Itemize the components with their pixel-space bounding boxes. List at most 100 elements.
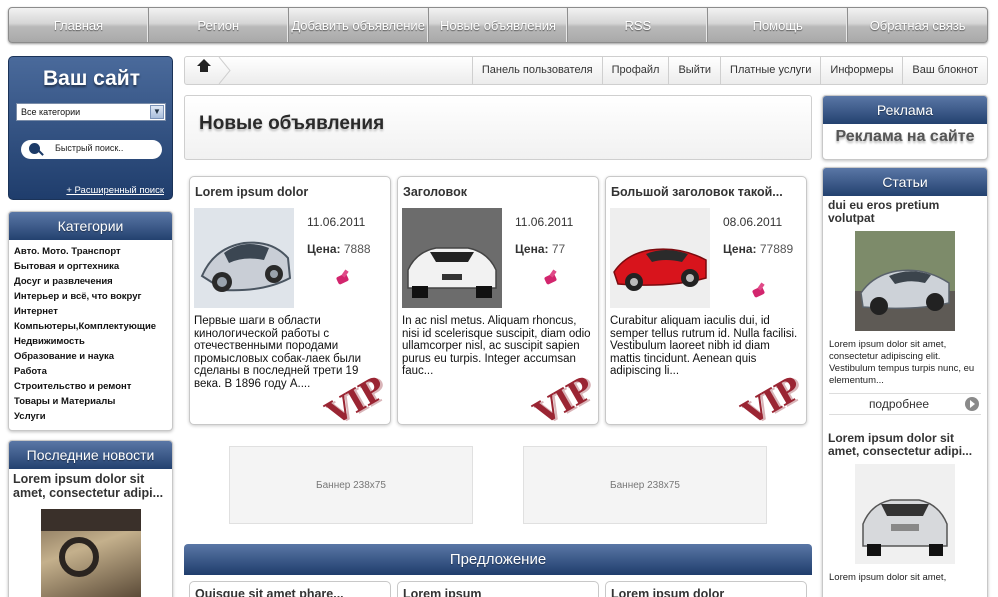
link-informers[interactable]: Информеры — [820, 57, 902, 84]
price-value: 7888 — [343, 242, 371, 256]
vip-badge: VIP — [735, 369, 807, 425]
news-image[interactable] — [40, 509, 141, 597]
offer-title[interactable]: Lorem ipsum dolor — [611, 587, 801, 597]
home-icon — [197, 59, 211, 75]
listing-price: Цена: 7888 — [307, 243, 387, 256]
read-more-label: подробнее — [868, 397, 930, 411]
user-links: Панель пользователя Профайл Выйти Платны… — [471, 57, 987, 84]
top-navigation: Главная Регион Добавить объявление Новые… — [8, 7, 988, 43]
nav-region[interactable]: Регион — [149, 8, 289, 42]
page-heading-box: Новые объявления — [184, 95, 812, 160]
listing-card[interactable]: Заголовок 11.06.2011 Цена: 77 In ac nisl… — [397, 176, 599, 425]
category-select[interactable]: Все категории ▼ — [16, 103, 166, 121]
link-paid-services[interactable]: Платные услуги — [720, 57, 820, 84]
category-link[interactable]: Товары и Материалы — [14, 394, 167, 409]
bookmark-icon[interactable] — [335, 269, 351, 285]
link-profile[interactable]: Профайл — [601, 57, 669, 84]
article-image[interactable] — [855, 231, 955, 331]
bookmark-icon[interactable] — [543, 269, 559, 285]
listing-price: Цена: 77 — [515, 243, 595, 256]
category-link[interactable]: Досуг и развлечения — [14, 274, 167, 289]
listing-description: Curabitur aliquam iaculis dui, id semper… — [610, 315, 798, 377]
link-user-panel[interactable]: Панель пользователя — [471, 57, 602, 84]
arrow-right-icon[interactable] — [965, 397, 979, 411]
listing-card[interactable]: Lorem ipsum dolor 11.06.2011 Цена: 7888 … — [189, 176, 391, 425]
category-link[interactable]: Интерьер и всё, что вокруг — [14, 289, 167, 304]
breadcrumb: Панель пользователя Профайл Выйти Платны… — [184, 56, 988, 85]
bookmark-icon[interactable] — [751, 282, 767, 298]
categories-panel: Категории Авто. Мото. Транспорт Бытовая … — [8, 211, 173, 431]
listing-title[interactable]: Lorem ipsum dolor — [195, 185, 387, 199]
categories-title: Категории — [9, 212, 172, 240]
ads-text[interactable]: Реклама на сайте — [823, 124, 987, 146]
listing-card[interactable]: Большой заголовок такой... 08.06.2011 Це… — [605, 176, 807, 425]
listing-date: 11.06.2011 — [515, 215, 574, 229]
category-link[interactable]: Бытовая и оргтехника — [14, 259, 167, 274]
category-link[interactable]: Авто. Мото. Транспорт — [14, 244, 167, 259]
breadcrumb-separator — [218, 57, 231, 84]
ads-panel: Реклама Реклама на сайте — [822, 95, 988, 160]
offer-section-title: Предложение — [184, 544, 812, 575]
listing-image[interactable] — [610, 208, 710, 308]
article-title[interactable]: dui eu eros pretium volutpat — [823, 196, 987, 227]
listing-image[interactable] — [194, 208, 294, 308]
article-title[interactable]: Lorem ipsum dolor sit amet, consectetur … — [823, 429, 987, 460]
nav-feedback[interactable]: Обратная связь — [848, 8, 987, 42]
offer-card[interactable]: Lorem ipsum — [397, 581, 599, 597]
category-link[interactable]: Интернет — [14, 304, 167, 319]
banner-slot[interactable]: Баннер 238x75 — [523, 446, 767, 524]
listing-price: Цена: 77889 — [723, 243, 803, 256]
article-description: Lorem ipsum dolor sit amet, consectetur … — [829, 339, 975, 386]
price-value: 77889 — [759, 242, 794, 256]
offer-card[interactable]: Quisque sit amet phare... — [189, 581, 391, 597]
link-notepad[interactable]: Ваш блокнот — [902, 57, 987, 84]
car-photo — [194, 208, 294, 308]
link-logout[interactable]: Выйти — [668, 57, 720, 84]
article-image[interactable] — [855, 464, 955, 564]
nav-help[interactable]: Помощь — [708, 8, 849, 42]
price-label: Цена: — [515, 242, 549, 256]
car-photo — [610, 208, 710, 308]
listing-title[interactable]: Большой заголовок такой... — [611, 185, 803, 199]
car-photo — [855, 231, 955, 331]
category-link[interactable]: Строительство и ремонт — [14, 379, 167, 394]
nav-rss[interactable]: RSS — [568, 8, 709, 42]
listing-date: 11.06.2011 — [307, 215, 366, 229]
offer-title[interactable]: Quisque sit amet phare... — [195, 587, 385, 597]
ads-title: Реклама — [823, 96, 987, 124]
chevron-down-icon[interactable]: ▼ — [150, 105, 164, 119]
latest-news-panel: Последние новости Lorem ipsum dolor sit … — [8, 440, 173, 597]
listing-date: 08.06.2011 — [723, 215, 783, 229]
read-more-button[interactable]: подробнее — [829, 393, 981, 415]
listing-image[interactable] — [402, 208, 502, 308]
news-item-title[interactable]: Lorem ipsum dolor sit amet, consectetur … — [9, 469, 172, 503]
price-value: 77 — [551, 242, 566, 256]
category-link[interactable]: Работа — [14, 364, 167, 379]
listing-description: In ac nisl metus. Aliquam rhoncus, nisi … — [402, 315, 591, 377]
category-link[interactable]: Услуги — [14, 409, 167, 424]
price-label: Цена: — [723, 242, 757, 256]
search-icon[interactable] — [29, 143, 40, 154]
quick-search-input[interactable]: Быстрый поиск.. — [21, 140, 162, 159]
steering-wheel-shape — [58, 537, 99, 577]
article-description: Lorem ipsum dolor sit amet, — [829, 572, 947, 583]
category-link[interactable]: Образование и наука — [14, 349, 167, 364]
banner-slot[interactable]: Баннер 238x75 — [229, 446, 473, 524]
listing-title[interactable]: Заголовок — [403, 185, 595, 199]
offer-card[interactable]: Lorem ipsum dolor — [605, 581, 807, 597]
home-button[interactable] — [185, 57, 231, 84]
nav-new-listings[interactable]: Новые объявления — [429, 8, 569, 42]
category-list: Авто. Мото. Транспорт Бытовая и оргтехни… — [9, 240, 172, 428]
quick-search-placeholder: Быстрый поиск.. — [55, 143, 124, 153]
category-link[interactable]: Компьютеры,Комплектующие — [14, 319, 167, 334]
site-search-box: Ваш сайт Все категории ▼ Быстрый поиск..… — [8, 56, 173, 200]
articles-title: Статьи — [823, 168, 987, 196]
nav-add-listing[interactable]: Добавить объявление — [289, 8, 429, 42]
nav-home[interactable]: Главная — [9, 8, 149, 42]
advanced-search-link[interactable]: + Расширенный поиск — [66, 185, 164, 196]
offer-title[interactable]: Lorem ipsum — [403, 587, 593, 597]
car-photo — [402, 208, 502, 308]
car-photo — [855, 464, 955, 564]
vip-badge: VIP — [527, 369, 599, 425]
category-link[interactable]: Недвижимость — [14, 334, 167, 349]
